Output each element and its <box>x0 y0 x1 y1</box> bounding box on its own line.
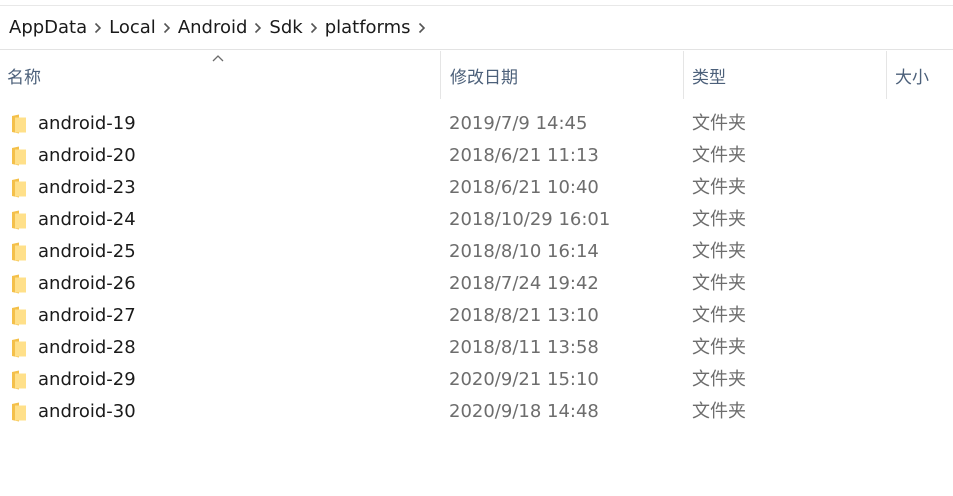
breadcrumb-item-android[interactable]: Android <box>178 17 248 38</box>
file-date: 2020/9/18 14:48 <box>449 401 599 422</box>
file-type: 文件夹 <box>692 209 746 230</box>
file-name: android-19 <box>38 113 136 134</box>
column-header-date-label: 修改日期 <box>450 67 518 88</box>
file-type: 文件夹 <box>692 369 746 390</box>
column-header-date[interactable]: 修改日期 <box>440 51 683 99</box>
column-header-type-label: 类型 <box>692 67 726 88</box>
file-date: 2019/7/9 14:45 <box>449 113 588 134</box>
file-name: android-25 <box>38 241 136 262</box>
column-header-name-label: 名称 <box>7 67 41 88</box>
file-date: 2018/10/29 16:01 <box>449 209 611 230</box>
folder-icon <box>12 274 26 294</box>
file-row[interactable]: android-19 2019/7/9 14:45 文件夹 <box>0 108 953 140</box>
file-type: 文件夹 <box>692 337 746 358</box>
file-date: 2020/9/21 15:10 <box>449 369 599 390</box>
column-header-size-label: 大小 <box>895 67 929 88</box>
chevron-right-icon[interactable] <box>156 22 178 34</box>
folder-icon <box>12 114 26 134</box>
folder-icon <box>12 370 26 390</box>
breadcrumb-item-sdk[interactable]: Sdk <box>269 17 302 38</box>
file-type: 文件夹 <box>692 401 746 422</box>
file-name: android-24 <box>38 209 136 230</box>
breadcrumb-item-appdata[interactable]: AppData <box>9 17 87 38</box>
chevron-right-icon[interactable] <box>87 22 109 34</box>
file-date: 2018/8/10 16:14 <box>449 241 599 262</box>
file-name: android-29 <box>38 369 136 390</box>
file-date: 2018/6/21 11:13 <box>449 145 599 166</box>
breadcrumb-item-platforms[interactable]: platforms <box>325 17 411 38</box>
file-row[interactable]: android-29 2020/9/21 15:10 文件夹 <box>0 364 953 396</box>
column-header-name[interactable]: 名称 <box>0 51 440 99</box>
folder-icon <box>12 242 26 262</box>
folder-icon <box>12 178 26 198</box>
breadcrumb: AppData Local Android Sdk platforms <box>0 6 953 50</box>
folder-icon <box>12 338 26 358</box>
file-type: 文件夹 <box>692 145 746 166</box>
file-date: 2018/6/21 10:40 <box>449 177 599 198</box>
file-row[interactable]: android-20 2018/6/21 11:13 文件夹 <box>0 140 953 172</box>
folder-icon <box>12 402 26 422</box>
file-list: android-19 2019/7/9 14:45 文件夹 android-20… <box>0 108 953 428</box>
file-name: android-28 <box>38 337 136 358</box>
file-type: 文件夹 <box>692 273 746 294</box>
file-name: android-27 <box>38 305 136 326</box>
file-type: 文件夹 <box>692 241 746 262</box>
file-row[interactable]: android-24 2018/10/29 16:01 文件夹 <box>0 204 953 236</box>
file-row[interactable]: android-25 2018/8/10 16:14 文件夹 <box>0 236 953 268</box>
file-type: 文件夹 <box>692 177 746 198</box>
breadcrumb-item-local[interactable]: Local <box>109 17 156 38</box>
file-date: 2018/8/11 13:58 <box>449 337 599 358</box>
folder-icon <box>12 210 26 230</box>
chevron-right-icon[interactable] <box>247 22 269 34</box>
file-type: 文件夹 <box>692 305 746 326</box>
folder-icon <box>12 146 26 166</box>
file-date: 2018/7/24 19:42 <box>449 273 599 294</box>
file-row[interactable]: android-26 2018/7/24 19:42 文件夹 <box>0 268 953 300</box>
file-row[interactable]: android-27 2018/8/21 13:10 文件夹 <box>0 300 953 332</box>
chevron-right-icon[interactable] <box>411 22 433 34</box>
file-date: 2018/8/21 13:10 <box>449 305 599 326</box>
column-header-bar: 名称 修改日期 类型 大小 <box>0 51 953 99</box>
column-header-type[interactable]: 类型 <box>683 51 886 99</box>
column-header-size[interactable]: 大小 <box>886 51 953 99</box>
file-name: android-20 <box>38 145 136 166</box>
file-row[interactable]: android-30 2020/9/18 14:48 文件夹 <box>0 396 953 428</box>
file-row[interactable]: android-23 2018/6/21 10:40 文件夹 <box>0 172 953 204</box>
folder-icon <box>12 306 26 326</box>
file-row[interactable]: android-28 2018/8/11 13:58 文件夹 <box>0 332 953 364</box>
file-name: android-23 <box>38 177 136 198</box>
file-type: 文件夹 <box>692 113 746 134</box>
file-name: android-30 <box>38 401 136 422</box>
chevron-right-icon[interactable] <box>303 22 325 34</box>
file-name: android-26 <box>38 273 136 294</box>
